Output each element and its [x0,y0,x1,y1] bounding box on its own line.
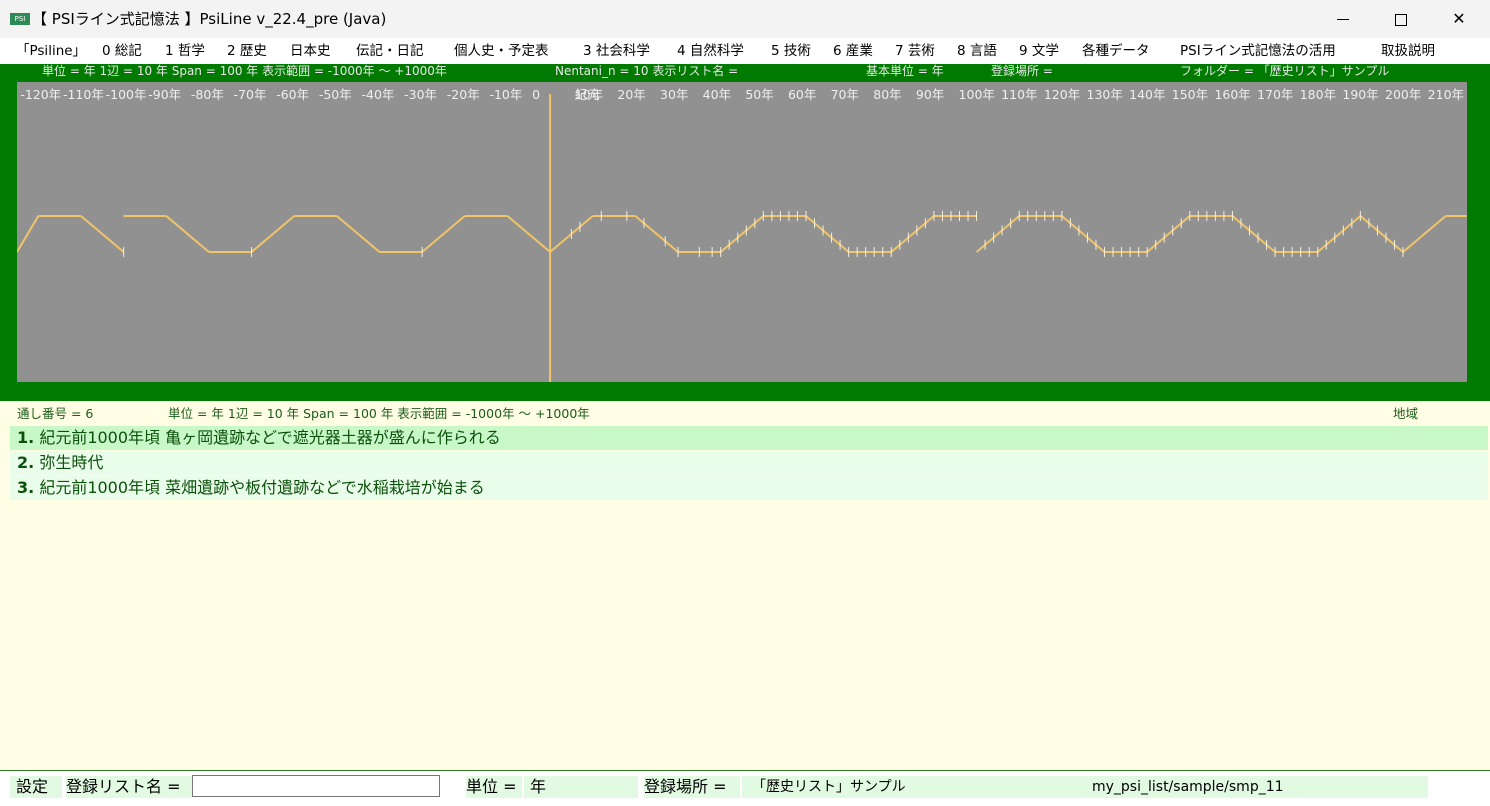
menu-natural-science[interactable]: 4 自然科学 [677,42,744,60]
menu-manual[interactable]: 取扱説明 [1381,42,1435,60]
psi-line-segment [975,215,1020,253]
menu-social-science[interactable]: 3 社会科学 [583,42,650,60]
list-item[interactable]: 2. 弥生時代 [10,451,1488,475]
place-value: 「歴史リスト」サンプル my_psi_list/sample/smp_11 [742,776,1428,798]
chart-unit-info: 単位 = 年 1辺 = 10 年 Span = 100 年 表示範囲 = -10… [42,64,447,78]
psi-line-segment [336,215,381,253]
menu-psiline[interactable]: 「Psiline」 [16,42,86,60]
psi-line-segment [165,215,210,253]
minimize-button[interactable] [1314,0,1372,38]
psi-line-segment [1061,215,1106,253]
menu-arts[interactable]: 7 芸術 [895,42,935,60]
menu-data[interactable]: 各種データ [1082,42,1150,60]
menu-philosophy[interactable]: 1 哲学 [165,42,205,60]
psi-chart-frame: 単位 = 年 1辺 = 10 年 Span = 100 年 表示範囲 = -10… [0,64,1490,401]
psi-line-svg [17,94,1467,382]
list-item[interactable]: 3. 紀元前1000年頃 菜畑遺跡や板付遺跡などで水稲栽培が始まる [10,476,1488,500]
psi-line-segment [250,215,295,253]
settings-button[interactable]: 設定 [10,776,62,798]
psi-line-segment [720,215,764,253]
app-icon: PSI [10,13,30,25]
psi-line-segment [80,215,125,253]
unit-label: 単位 = [466,776,522,798]
window-title: 【 PSIライン式記憶法 】PsiLine v_22.4_pre (Java) [32,10,387,28]
chart-nentani: Nentani_n = 10 表示リスト名 = [555,64,739,78]
place-path: my_psi_list/sample/smp_11 [1092,779,1284,795]
chart-registered-place: 登録場所 = [991,64,1053,78]
chart-folder: フォルダー = 「歴史リスト」サンプル [1180,64,1390,78]
menu-psiline-usage[interactable]: PSIライン式記憶法の活用 [1180,42,1336,60]
bottom-status-bar: 設定 登録リスト名 = 単位 = 年 登録場所 = 「歴史リスト」サンプル my… [0,770,1490,806]
psi-line-segment [1146,215,1191,253]
menu-language[interactable]: 8 言語 [957,42,997,60]
menu-personal-history[interactable]: 個人史・予定表 [454,42,549,60]
place-folder: 「歴史リスト」サンプル [752,779,906,795]
psi-line-segment [805,215,850,253]
menu-technology[interactable]: 5 技術 [771,42,811,60]
minimize-icon [1337,19,1349,20]
psi-line-segment [421,215,466,253]
title-bar: PSI 【 PSIライン式記憶法 】PsiLine v_22.4_pre (Ja… [0,0,1490,38]
psi-line-segment [1231,215,1276,253]
chart-base-unit: 基本単位 = 年 [866,64,944,78]
close-button[interactable]: ✕ [1430,0,1488,38]
menu-japanese-history[interactable]: 日本史 [290,42,331,60]
menu-history[interactable]: 2 歴史 [227,42,267,60]
psi-line-segment [634,215,679,253]
list-item-text: 紀元前1000年頃 亀ヶ岡遺跡などで遮光器土器が盛んに作られる [39,428,501,447]
place-label: 登録場所 = [644,776,740,798]
psi-line-segment [890,215,935,253]
psi-line-segment [506,215,551,253]
psi-line-segment [1317,215,1362,253]
serial-number: 通し番号 = 6 [17,406,94,421]
list-item-number: 3. [17,478,35,497]
list-name-label: 登録リスト名 = [66,776,192,798]
list-item[interactable]: 1. 紀元前1000年頃 亀ヶ岡遺跡などで遮光器土器が盛んに作られる [10,426,1488,450]
menu-literature[interactable]: 9 文学 [1019,42,1059,60]
menu-industry[interactable]: 6 産業 [833,42,873,60]
psi-line-segment [17,215,40,253]
psi-line-segment [1359,215,1404,253]
maximize-button[interactable] [1372,0,1430,38]
psi-line-segment [1402,215,1447,253]
list-item-text: 弥生時代 [39,453,104,472]
list-name-input[interactable] [192,775,440,797]
list-item-text: 紀元前1000年頃 菜畑遺跡や板付遺跡などで水稲栽培が始まる [39,478,485,497]
psi-line-plot[interactable]: -120年 -110年 -100年 -90年 -80年 -70年 -60年 -50年 -40年 -… [17,82,1467,382]
list-item-number: 1. [17,428,35,447]
event-list-area: 通し番号 = 6 単位 = 年 1辺 = 10 年 Span = 100 年 表… [0,401,1490,770]
menu-bar: 「Psiline」 0 総記 1 哲学 2 歴史 日本史 伝記・日記 個人史・予… [0,38,1490,64]
menu-general[interactable]: 0 総記 [102,42,142,60]
maximize-icon [1395,13,1407,26]
unit-value: 年 [524,776,638,798]
list-unit-info: 単位 = 年 1辺 = 10 年 Span = 100 年 表示範囲 = -10… [168,406,590,421]
menu-biography[interactable]: 伝記・日記 [356,42,424,60]
region-label: 地域 [1393,406,1419,421]
list-item-number: 2. [17,453,35,472]
